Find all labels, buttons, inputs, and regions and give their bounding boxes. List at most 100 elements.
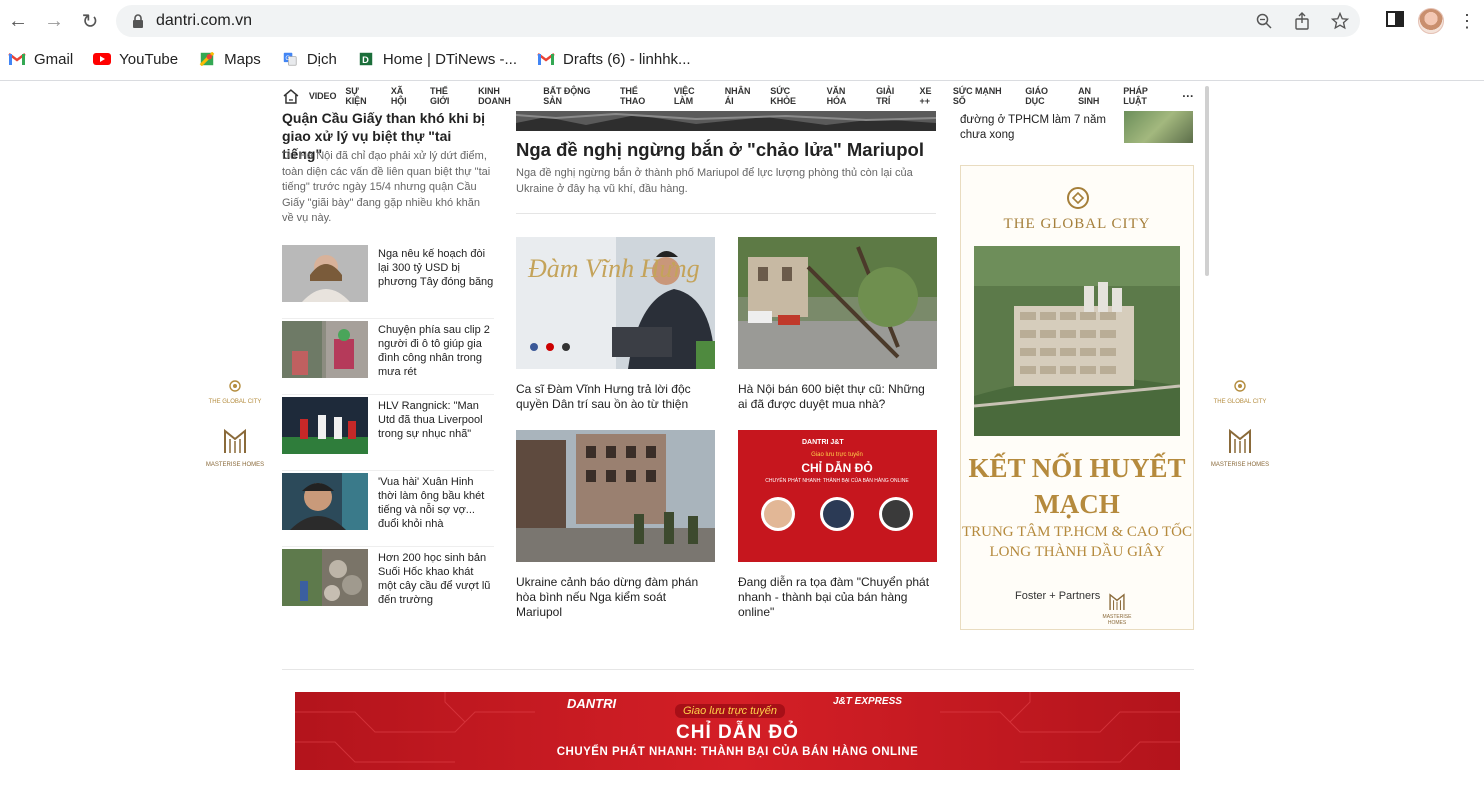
nav-giao-duc[interactable]: GIÁO DỤC (1025, 86, 1069, 106)
url-text: dantri.com.vn (156, 12, 253, 29)
nav-the-gioi[interactable]: THẾ GIỚI (430, 86, 469, 106)
reload-icon[interactable]: ↻ (72, 3, 108, 39)
card-title: Ukraine cảnh báo dừng đàm phán hòa bình … (516, 575, 699, 619)
masterise-text: MASTERISE HOMES (205, 462, 265, 468)
card-overlay-text: Giao lưu trực tuyến (811, 452, 863, 458)
article-card[interactable]: Ukraine cảnh báo dừng đàm phán hòa bình … (516, 430, 715, 620)
side-article-title[interactable]: đường ở TPHCM làm 7 năm chưa xong (960, 113, 1110, 143)
section-divider (516, 213, 936, 214)
list-item[interactable]: Hơn 200 học sinh bản Suối Hốc khao khát … (282, 547, 494, 623)
ad-aerial-photo (974, 246, 1180, 436)
ad-foster-partners: Foster + Partners (1015, 590, 1101, 602)
card-overlay-text: CHỈ DẪN ĐỎ (801, 460, 872, 475)
article-card[interactable]: DANTRI J&T Giao lưu trực tuyến CHỈ DẪN Đ… (738, 430, 937, 620)
banner-title: CHỈ DẪN ĐỎ (676, 722, 799, 743)
bookmark-youtube[interactable]: YouTube (93, 51, 178, 68)
global-city-ad[interactable]: THE GLOBAL CITY KẾT NỐI HUYẾT MẠCH TRUNG… (960, 165, 1194, 630)
address-bar[interactable]: dantri.com.vn (116, 5, 1360, 37)
chi-dan-do-banner[interactable]: DANTRI J&T EXPRESS Giao lưu trực tuyến C… (295, 692, 1180, 770)
article-thumbnail[interactable] (1124, 111, 1193, 143)
profile-avatar[interactable] (1418, 8, 1444, 34)
menu-kebab-icon[interactable]: ⋮ (1458, 11, 1476, 32)
gmail-icon (537, 53, 555, 65)
nav-suc-khoe[interactable]: SỨC KHỎE (770, 86, 817, 106)
svg-text:G: G (285, 55, 290, 62)
article-thumbnail (738, 237, 937, 369)
article-thumbnail (282, 549, 368, 606)
article-thumbnail (282, 397, 368, 454)
nav-video[interactable]: VIDEO (309, 91, 337, 101)
translate-icon: G (283, 52, 297, 66)
nav-xa-hoi[interactable]: XÃ HỘI (391, 86, 421, 106)
mini-article-list: Nga nêu kế hoạch đòi lại 300 tỷ USD bị p… (282, 243, 494, 623)
svg-text:D: D (362, 55, 369, 65)
article-thumbnail: Đàm Vĩnh Hưng (516, 237, 715, 369)
global-city-text: THE GLOBAL CITY (208, 399, 262, 405)
list-item[interactable]: HLV Rangnick: "Man Utd đã thua Liverpool… (282, 395, 494, 471)
list-item[interactable]: 'Vua hài' Xuân Hinh thời làm ông bầu khé… (282, 471, 494, 547)
hero-article-title[interactable]: Nga đề nghị ngừng bắn ở "chảo lửa" Mariu… (516, 139, 936, 161)
side-panel-icon[interactable] (1386, 10, 1404, 33)
ad-masterise-logo: MASTERISE HOMES (1097, 590, 1137, 626)
nav-suc-manh-so[interactable]: SỨC MẠNH SỐ (953, 86, 1016, 106)
hero-image[interactable] (516, 111, 936, 131)
global-city-logo-icon (1067, 187, 1089, 209)
nav-kinh-doanh[interactable]: KINH DOANH (478, 86, 534, 106)
banner-tag: Giao lưu trực tuyến (675, 704, 786, 718)
forward-icon[interactable]: → (36, 3, 72, 39)
nav-giai-tri[interactable]: GIẢI TRÍ (876, 86, 910, 106)
list-item[interactable]: Chuyện phía sau clip 2 người đi ô tô giú… (282, 319, 494, 395)
nav-nhan-ai[interactable]: NHÂN ÁI (725, 86, 762, 106)
article-thumbnail: DANTRI J&T Giao lưu trực tuyến CHỈ DẪN Đ… (738, 430, 937, 562)
masterise-logo-icon (224, 428, 246, 453)
global-city-logo-icon (1234, 380, 1246, 392)
bookmark-star-icon[interactable] (1330, 11, 1350, 31)
nav-viec-lam[interactable]: VIỆC LÀM (674, 86, 716, 106)
nav-bat-dong-san[interactable]: BẤT ĐỘNG SẢN (543, 86, 611, 106)
share-icon[interactable] (1292, 11, 1312, 31)
article-thumbnail (282, 321, 368, 378)
ad-subheadline: TRUNG TÂM TP.HCM & CAO TỐC LONG THÀNH DẦ… (961, 524, 1193, 560)
dtinews-icon: D (359, 52, 373, 66)
article-thumbnail (282, 245, 368, 302)
bookmark-drafts[interactable]: Drafts (6) - linhhk... (537, 51, 691, 68)
masterise-logo-icon (1229, 428, 1251, 453)
lead-article-desc: Dù Hà Nội đã chỉ đạo phải xử lý dứt điểm… (282, 150, 491, 224)
nav-more-icon[interactable]: ··· (1182, 89, 1194, 103)
article-card[interactable]: Hà Nội bán 600 biệt thự cũ: Những ai đã … (738, 237, 937, 412)
masterise-text: MASTERISE HOMES (1210, 462, 1270, 468)
card-title: Ca sĩ Đàm Vĩnh Hưng trả lời độc quyền Dâ… (516, 382, 691, 411)
ad-brand-title: THE GLOBAL CITY (1003, 216, 1151, 232)
youtube-icon (93, 53, 112, 65)
nav-phap-luat[interactable]: PHÁP LUẬT (1123, 86, 1173, 106)
nav-van-hoa[interactable]: VĂN HÓA (827, 86, 868, 106)
scrollbar[interactable] (1205, 86, 1209, 276)
gmail-icon (8, 53, 26, 65)
banner-subtitle: CHUYỂN PHÁT NHANH: THÀNH BẠI CỦA BÁN HÀN… (556, 746, 919, 758)
bookmark-translate[interactable]: G Dịch (281, 51, 337, 68)
side-ad-right[interactable]: THE GLOBAL CITY MASTERISE HOMES (1205, 379, 1275, 468)
bookmark-dtinews[interactable]: D Home | DTiNews -... (357, 51, 517, 68)
bookmark-gmail[interactable]: Gmail (8, 51, 73, 68)
global-city-logo-icon (229, 380, 241, 392)
nav-su-kien[interactable]: SỰ KIỆN (345, 86, 382, 106)
masterise-text: MASTERISE HOMES (1102, 614, 1132, 626)
list-item[interactable]: Nga nêu kế hoạch đòi lại 300 tỷ USD bị p… (282, 243, 494, 319)
side-ad-left[interactable]: THE GLOBAL CITY MASTERISE HOMES (200, 379, 270, 468)
nav-an-sinh[interactable]: AN SINH (1078, 86, 1114, 106)
card-overlay-text: DANTRI J&T (802, 439, 844, 446)
card-title: Hà Nội bán 600 biệt thự cũ: Những ai đã … (738, 382, 925, 411)
maps-icon (199, 52, 215, 66)
nav-the-thao[interactable]: THỂ THAO (620, 86, 665, 106)
article-card[interactable]: Đàm Vĩnh Hưng Ca sĩ Đàm Vĩnh Hưng trả lờ… (516, 237, 715, 412)
bookmarks-bar: Gmail YouTube Maps G Dịch D Home | DTiNe… (0, 44, 1484, 74)
nav-xe[interactable]: XE ++ (920, 86, 944, 106)
home-icon[interactable] (282, 88, 300, 104)
section-divider (282, 669, 1194, 670)
article-thumbnail (282, 473, 368, 530)
back-icon[interactable]: ← (0, 3, 36, 39)
zoom-icon[interactable] (1254, 11, 1274, 31)
lock-icon (133, 14, 143, 28)
ad-headline: KẾT NỐI HUYẾT MẠCH (968, 453, 1186, 519)
bookmark-maps[interactable]: Maps (198, 51, 261, 68)
